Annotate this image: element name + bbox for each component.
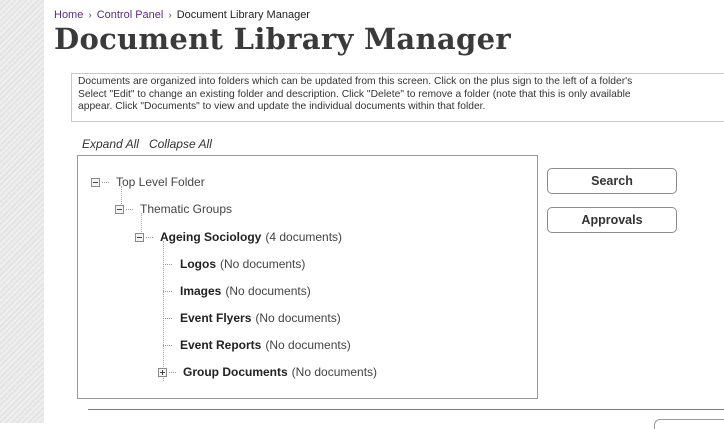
instructions-line: appear. Click "Documents" to view and up… bbox=[78, 101, 486, 113]
document-count: (No documents) bbox=[265, 338, 351, 352]
breadcrumb-separator-icon: › bbox=[168, 10, 172, 21]
folder-name[interactable]: Images bbox=[180, 284, 221, 298]
breadcrumb-control-panel-link[interactable]: Control Panel bbox=[97, 9, 164, 21]
folder-label[interactable]: Thematic Groups bbox=[140, 202, 232, 216]
tree-node-thematic-groups[interactable]: Thematic Groups bbox=[115, 202, 232, 216]
expand-all-link[interactable]: Expand All bbox=[82, 137, 139, 151]
breadcrumb-home-link[interactable]: Home bbox=[54, 9, 83, 21]
instructions-line: Documents are organized into folders whi… bbox=[78, 76, 633, 87]
tree-node-images[interactable]: Images (No documents) bbox=[163, 284, 311, 298]
breadcrumb-separator-icon: › bbox=[88, 10, 92, 21]
collapse-icon[interactable] bbox=[135, 232, 144, 242]
folder-tree: Top Level Folder Thematic Groups Ageing … bbox=[77, 155, 538, 399]
section-divider bbox=[88, 409, 724, 410]
instructions-line: Select "Edit" to change an existing fold… bbox=[78, 88, 631, 100]
search-button[interactable]: Search bbox=[547, 168, 677, 194]
folder-name[interactable]: Event Flyers bbox=[180, 311, 251, 325]
approvals-button[interactable]: Approvals bbox=[547, 207, 677, 233]
folder-label[interactable]: Top Level Folder bbox=[116, 175, 205, 189]
breadcrumb-current: Document Library Manager bbox=[176, 9, 310, 21]
collapse-icon[interactable] bbox=[115, 204, 124, 214]
breadcrumb: Home › Control Panel › Document Library Mana… bbox=[54, 9, 310, 21]
partial-button-edge bbox=[654, 419, 724, 429]
document-count: (No documents) bbox=[291, 365, 378, 379]
tree-node-logos[interactable]: Logos (No documents) bbox=[163, 257, 305, 271]
document-count: (4 documents) bbox=[265, 230, 343, 244]
document-count: (No documents) bbox=[255, 311, 341, 325]
document-count: (No documents) bbox=[225, 284, 311, 298]
tree-node-event-flyers[interactable]: Event Flyers (No documents) bbox=[163, 311, 341, 325]
folder-name[interactable]: Logos bbox=[180, 257, 216, 271]
tree-node-event-reports[interactable]: Event Reports (No documents) bbox=[163, 338, 351, 352]
instructions-box: Documents are organized into folders whi… bbox=[71, 73, 724, 122]
expand-icon[interactable] bbox=[158, 367, 167, 377]
folder-name[interactable]: Event Reports bbox=[180, 338, 261, 352]
tree-node-group-documents[interactable]: Group Documents (No documents) bbox=[158, 365, 377, 379]
folder-name[interactable]: Ageing Sociology bbox=[160, 230, 261, 244]
left-decorative-strip bbox=[0, 0, 44, 423]
tree-node-top-level[interactable]: Top Level Folder bbox=[91, 175, 205, 189]
collapse-icon[interactable] bbox=[91, 177, 100, 187]
folder-name[interactable]: Group Documents bbox=[183, 365, 288, 379]
document-count: (No documents) bbox=[220, 257, 306, 271]
collapse-all-link[interactable]: Collapse All bbox=[149, 137, 212, 151]
page-title: Document Library Manager bbox=[54, 22, 511, 56]
tree-controls: Expand All Collapse All bbox=[82, 137, 212, 151]
tree-node-ageing-sociology[interactable]: Ageing Sociology (4 documents) bbox=[135, 230, 342, 244]
